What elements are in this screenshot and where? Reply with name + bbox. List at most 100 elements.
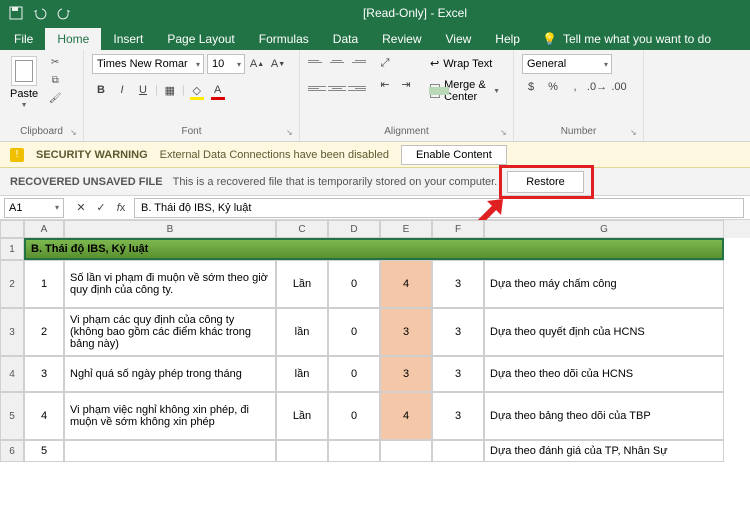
col-header[interactable]: G <box>484 220 724 238</box>
cell[interactable]: 0 <box>328 356 380 392</box>
cell[interactable]: Vi phạm việc nghỉ không xin phép, đi muộ… <box>64 392 276 440</box>
dialog-launcher-icon[interactable]: ↘ <box>286 128 296 138</box>
cell[interactable]: 3 <box>432 356 484 392</box>
number-format-combo[interactable]: General <box>522 54 612 74</box>
format-painter-button[interactable]: 🖌 <box>46 90 64 106</box>
col-header[interactable]: A <box>24 220 64 238</box>
cell[interactable]: 3 <box>432 260 484 308</box>
increase-indent-button[interactable]: ⇥ <box>397 75 415 93</box>
tab-data[interactable]: Data <box>321 28 370 50</box>
cut-button[interactable]: ✂ <box>46 54 64 70</box>
tab-formulas[interactable]: Formulas <box>247 28 321 50</box>
cell[interactable]: Dựa theo bảng theo dõi của TBP <box>484 392 724 440</box>
tab-home[interactable]: Home <box>45 28 101 50</box>
cell[interactable]: 4 <box>380 260 432 308</box>
increase-decimal-button[interactable]: .0→ <box>588 78 606 96</box>
tab-insert[interactable]: Insert <box>101 28 155 50</box>
merge-center-button[interactable]: Merge & Center ▼ <box>425 76 505 106</box>
cell[interactable]: 3 <box>432 392 484 440</box>
row-header[interactable]: 1 <box>0 238 24 260</box>
italic-button[interactable]: I <box>113 81 131 99</box>
select-all-corner[interactable] <box>0 220 24 238</box>
cell[interactable]: 3 <box>380 356 432 392</box>
cell[interactable] <box>276 440 328 462</box>
cell[interactable]: 0 <box>328 260 380 308</box>
cell[interactable]: Lần <box>276 260 328 308</box>
increase-font-button[interactable]: A▲ <box>248 55 266 73</box>
row-header[interactable]: 2 <box>0 260 24 308</box>
paste-button[interactable]: Paste ▼ <box>8 54 40 111</box>
cell[interactable]: 0 <box>328 392 380 440</box>
align-top-left[interactable] <box>308 54 326 68</box>
decrease-font-button[interactable]: A▼ <box>269 55 287 73</box>
accounting-format-button[interactable]: $ <box>522 78 540 96</box>
cell[interactable] <box>328 440 380 462</box>
cell[interactable]: 3 <box>432 308 484 356</box>
align-top-center[interactable] <box>328 54 346 68</box>
cell[interactable]: lần <box>276 308 328 356</box>
cell[interactable]: Số lần vi phạm đi muộn về sớm theo giờ q… <box>64 260 276 308</box>
orientation-button[interactable]: ⤢ <box>376 54 394 72</box>
cell[interactable]: 5 <box>24 440 64 462</box>
wrap-text-button[interactable]: ↩ Wrap Text <box>425 54 505 73</box>
col-header[interactable]: D <box>328 220 380 238</box>
decrease-decimal-button[interactable]: .00 <box>610 78 628 96</box>
cell[interactable]: Vi phạm các quy định của công ty (không … <box>64 308 276 356</box>
fill-color-button[interactable]: ◇ <box>188 81 206 99</box>
percent-format-button[interactable]: % <box>544 78 562 96</box>
cell[interactable]: 1 <box>24 260 64 308</box>
cell[interactable]: 4 <box>24 392 64 440</box>
cell[interactable]: Lần <box>276 392 328 440</box>
col-header[interactable]: B <box>64 220 276 238</box>
tab-review[interactable]: Review <box>370 28 433 50</box>
cell[interactable] <box>432 440 484 462</box>
cancel-formula-icon[interactable]: ✕ <box>72 199 90 217</box>
borders-button[interactable]: ▦ <box>161 81 179 99</box>
underline-button[interactable]: U <box>134 81 152 99</box>
col-header[interactable]: F <box>432 220 484 238</box>
align-top-right[interactable] <box>348 54 366 68</box>
dialog-launcher-icon[interactable]: ↘ <box>630 128 640 138</box>
font-color-button[interactable]: A <box>209 81 227 99</box>
undo-icon[interactable] <box>30 3 50 23</box>
cell[interactable]: Dựa theo theo dõi của HCNS <box>484 356 724 392</box>
row-header[interactable]: 4 <box>0 356 24 392</box>
row-header[interactable]: 3 <box>0 308 24 356</box>
cell[interactable]: 3 <box>380 308 432 356</box>
cell[interactable]: lần <box>276 356 328 392</box>
cell[interactable]: B. Thái độ IBS, Kỷ luật <box>24 238 724 260</box>
decrease-indent-button[interactable]: ⇤ <box>376 75 394 93</box>
font-name-combo[interactable]: Times New Romar <box>92 54 204 74</box>
enable-content-button[interactable]: Enable Content <box>401 145 507 165</box>
cell[interactable]: 2 <box>24 308 64 356</box>
redo-icon[interactable] <box>54 3 74 23</box>
cell[interactable]: Dựa theo đánh giá của TP, Nhân Sự <box>484 440 724 462</box>
row-header[interactable]: 5 <box>0 392 24 440</box>
cell[interactable]: 4 <box>380 392 432 440</box>
name-box[interactable]: A1 <box>4 198 64 218</box>
tell-me-search[interactable]: 💡 Tell me what you want to do <box>532 28 721 50</box>
cell[interactable]: 0 <box>328 308 380 356</box>
align-right[interactable] <box>348 81 366 95</box>
font-size-combo[interactable]: 10 <box>207 54 245 74</box>
align-left[interactable] <box>308 81 326 95</box>
fx-icon[interactable]: fx <box>112 199 130 217</box>
tab-help[interactable]: Help <box>483 28 532 50</box>
dialog-launcher-icon[interactable]: ↘ <box>500 128 510 138</box>
enter-formula-icon[interactable]: ✓ <box>92 199 110 217</box>
align-center[interactable] <box>328 81 346 95</box>
copy-button[interactable]: ⧉ <box>46 72 64 88</box>
save-icon[interactable] <box>6 3 26 23</box>
tab-view[interactable]: View <box>434 28 484 50</box>
bold-button[interactable]: B <box>92 81 110 99</box>
cell[interactable]: Nghỉ quá số ngày phép trong tháng <box>64 356 276 392</box>
col-header[interactable]: C <box>276 220 328 238</box>
cell[interactable]: Dựa theo máy chấm công <box>484 260 724 308</box>
col-header[interactable]: E <box>380 220 432 238</box>
restore-button[interactable]: Restore <box>507 171 584 193</box>
dialog-launcher-icon[interactable]: ↘ <box>70 128 80 138</box>
cell[interactable]: Dựa theo quyết định của HCNS <box>484 308 724 356</box>
cell[interactable] <box>380 440 432 462</box>
comma-format-button[interactable]: , <box>566 78 584 96</box>
tab-file[interactable]: File <box>2 28 45 50</box>
